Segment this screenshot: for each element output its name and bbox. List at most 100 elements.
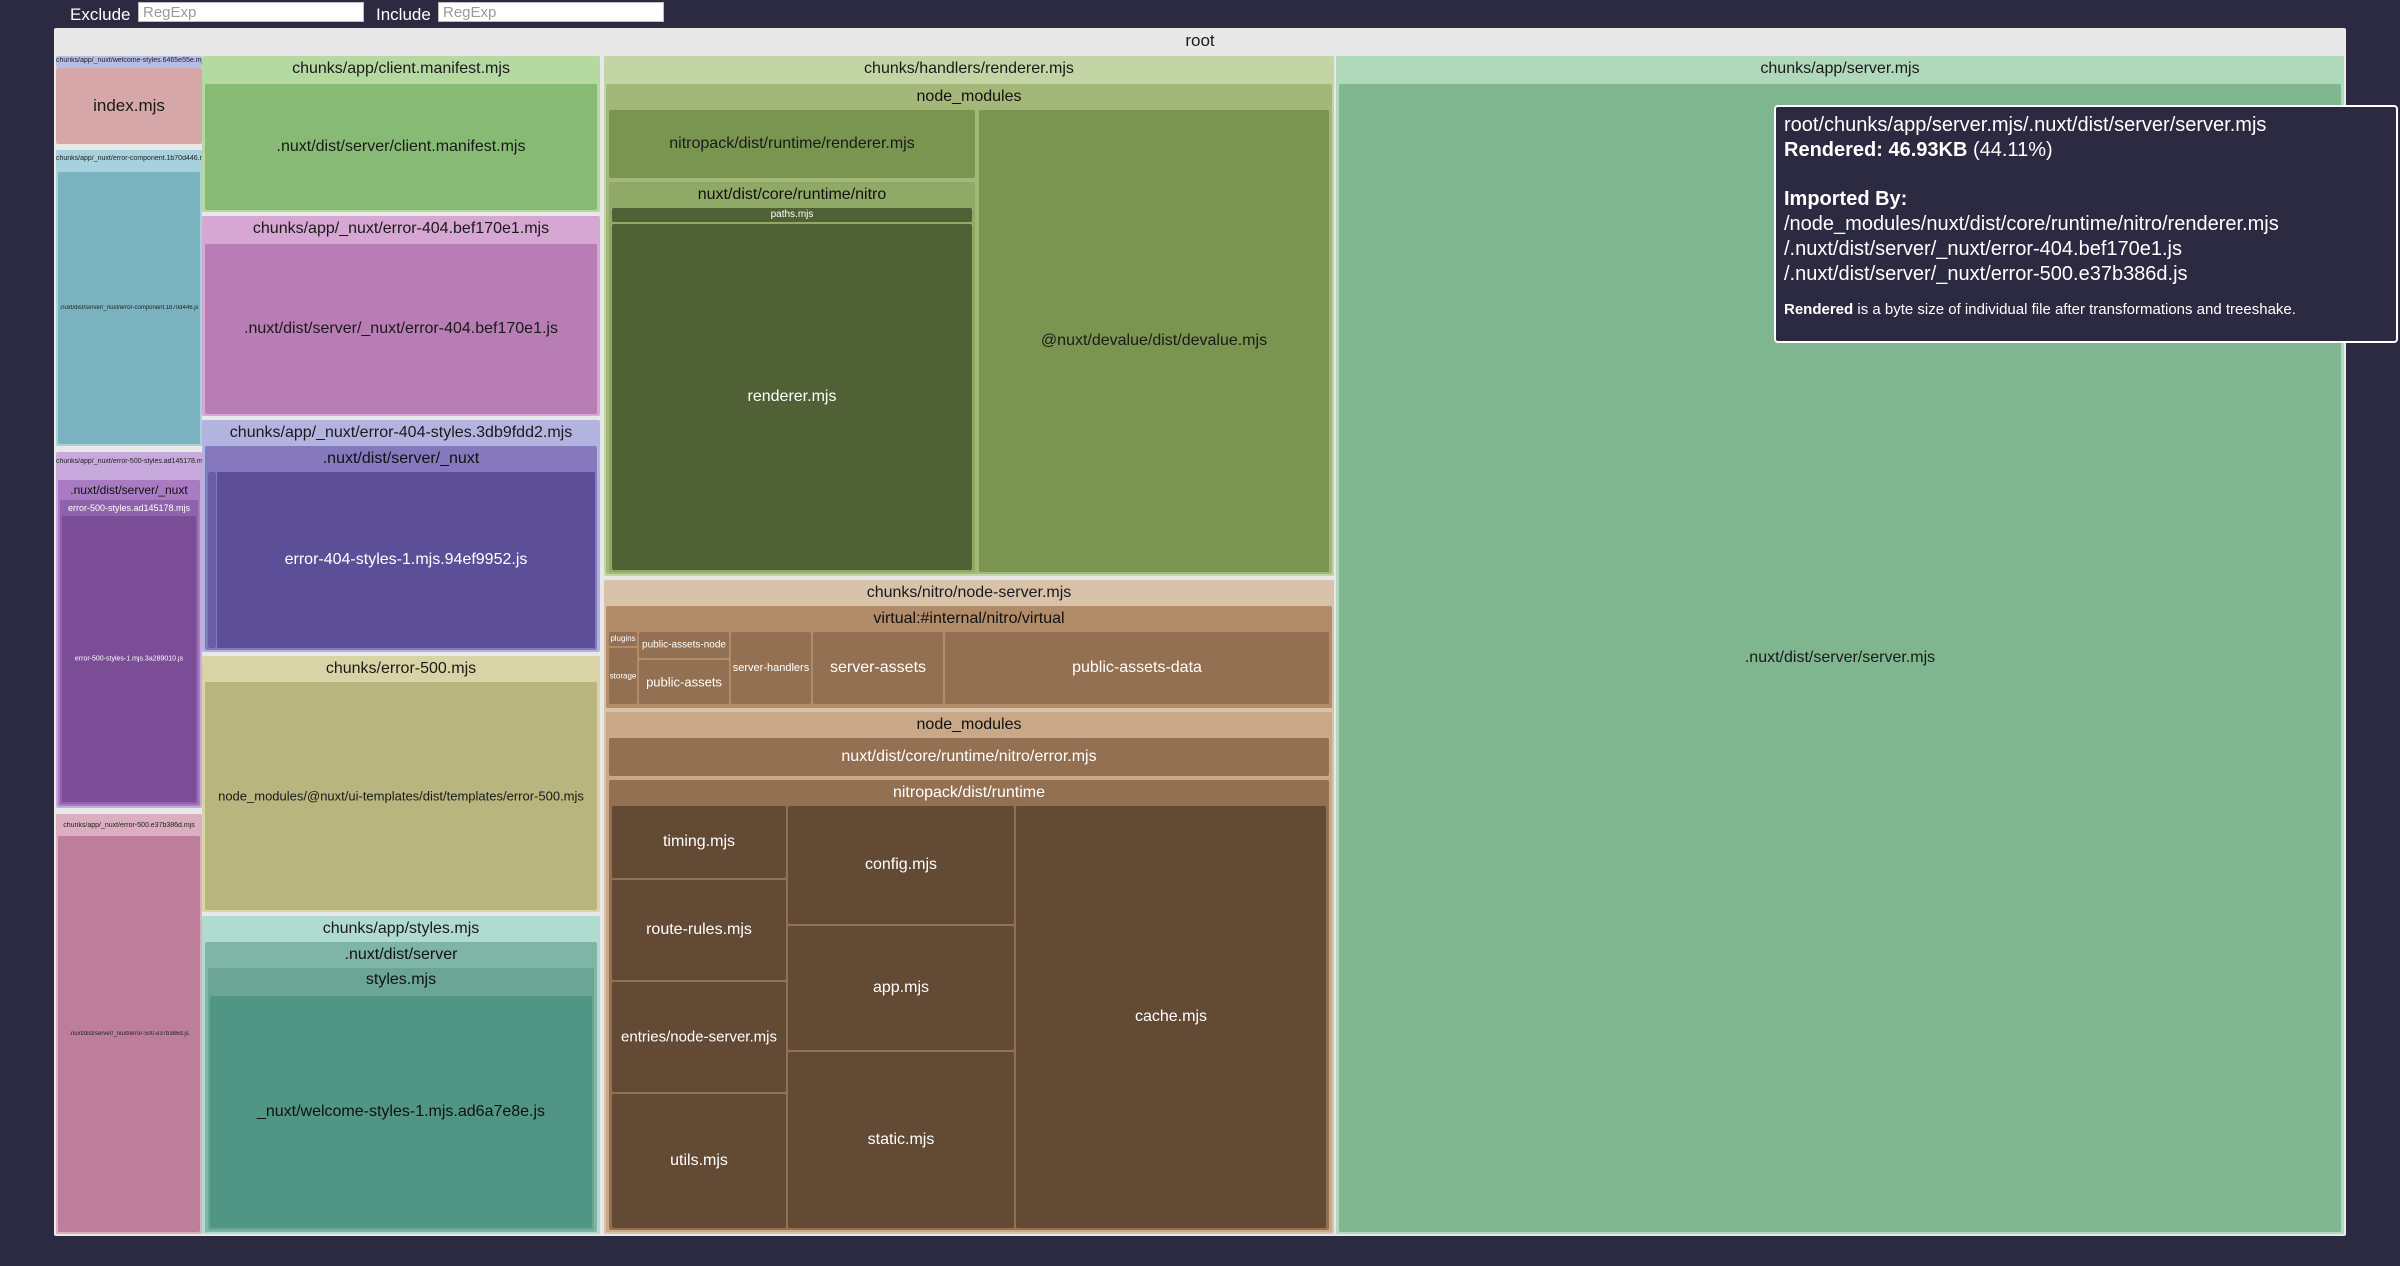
node-error-500-styles-inner[interactable]: error-500-styles-1.mjs.3a289010.js: [62, 516, 196, 802]
node-entries[interactable]: entries/node-server.mjs: [612, 982, 786, 1092]
tooltip-spacer: [1784, 163, 2388, 187]
include-input[interactable]: [438, 2, 664, 22]
node-error-500-template[interactable]: node_modules/@nuxt/ui-templates/dist/tem…: [205, 682, 597, 910]
node-public-assets-data-label: public-assets-data: [1072, 659, 1202, 676]
node-public-assets-node[interactable]: public-assets-node: [639, 632, 729, 658]
node-server-handlers[interactable]: server-handlers: [731, 632, 811, 704]
node-paths-label: paths.mjs: [770, 209, 814, 220]
node-client-manifest-file-label: .nuxt/dist/server/client.manifest.mjs: [276, 138, 526, 155]
node-welcome-styles-file[interactable]: _nuxt/welcome-styles-1.mjs.ad6a7e8e.js: [210, 996, 592, 1228]
node-error-500-server-nuxt-label: .nuxt/dist/server/_nuxt: [70, 483, 188, 497]
node-error-404-styles-file-label: error-404-styles-1.mjs.94ef9952.js: [284, 551, 528, 568]
node-error-500-chunk-label: chunks/app/_nuxt/error-500.e37b386d.mjs: [63, 822, 195, 829]
node-server-assets-label: server-assets: [829, 659, 927, 676]
node-error-500-styles-file-label: error-500-styles.ad145178.mjs: [67, 503, 191, 513]
node-cache[interactable]: cache.mjs: [1016, 806, 1326, 1228]
node-app[interactable]: app.mjs: [788, 926, 1014, 1050]
node-cache-label: cache.mjs: [1134, 1008, 1208, 1025]
node-error-500-styles-inner-label: error-500-styles-1.mjs.3a289010.js: [74, 655, 184, 663]
node-welcome-styles-file-label: _nuxt/welcome-styles-1.mjs.ad6a7e8e.js: [256, 1103, 546, 1120]
node-error-500-file-label: .nuxt/dist/server/_nuxt/error-500.e37b38…: [69, 1031, 189, 1037]
node-error-500-file[interactable]: .nuxt/dist/server/_nuxt/error-500.e37b38…: [58, 836, 200, 1232]
node-nitropack-renderer[interactable]: nitropack/dist/runtime/renderer.mjs: [609, 110, 975, 178]
node-virtual-label: virtual:#internal/nitro/virtual: [873, 610, 1065, 627]
node-error-404-file-label: .nuxt/dist/server/_nuxt/error-404.bef170…: [244, 320, 558, 337]
node-error-404-server-nuxt-label: .nuxt/dist/server/_nuxt: [322, 450, 480, 467]
node-styles-server-label: .nuxt/dist/server: [344, 946, 458, 963]
node-server-file-label: .nuxt/dist/server/server.mjs: [1744, 649, 1936, 666]
node-storage-label: storage: [609, 671, 637, 681]
tooltip-imported-by-label: Imported By:: [1784, 187, 2388, 212]
node-static-label: static.mjs: [867, 1131, 935, 1148]
node-renderer[interactable]: renderer.mjs: [612, 224, 972, 570]
node-app-label: app.mjs: [872, 979, 930, 996]
tooltip-path: root/chunks/app/server.mjs/.nuxt/dist/se…: [1784, 114, 2267, 136]
node-welcome-styles-chunk[interactable]: chunks/app/_nuxt/welcome-styles.6465e55e…: [56, 56, 202, 68]
tooltip-rendered-value: 46.93KB: [1888, 139, 1968, 161]
tooltip-imported-by-heading: Imported By:: [1784, 188, 1908, 210]
tooltip-footer-bold: Rendered: [1784, 301, 1854, 318]
node-node-server-chunk-label: chunks/nitro/node-server.mjs: [866, 584, 1072, 601]
node-entries-label: entries/node-server.mjs: [621, 1028, 777, 1046]
node-client-manifest-file[interactable]: .nuxt/dist/server/client.manifest.mjs: [205, 84, 597, 210]
tooltip-rendered: Rendered: 46.93KB (44.11%): [1784, 138, 2388, 163]
node-nitropack-runtime-label: nitropack/dist/runtime: [892, 784, 1046, 801]
node-error-500-template-label: node_modules/@nuxt/ui-templates/dist/tem…: [218, 788, 584, 804]
node-server-assets[interactable]: server-assets: [813, 632, 943, 704]
node-nuxt-core-nitro-label: nuxt/dist/core/runtime/nitro: [697, 186, 887, 203]
node-index-label: index.mjs: [93, 96, 165, 115]
node-renderer-label: renderer.mjs: [747, 388, 837, 405]
root-label: root: [1185, 31, 1215, 50]
node-client-manifest-chunk-label: chunks/app/client.manifest.mjs: [292, 60, 510, 77]
node-renderer-node-modules-label: node_modules: [916, 88, 1022, 105]
node-route-rules-label: route-rules.mjs: [646, 921, 752, 938]
node-error-404-styles-file[interactable]: error-404-styles-1.mjs.94ef9952.js: [217, 472, 595, 648]
node-renderer-chunk-label: chunks/handlers/renderer.mjs: [864, 60, 1074, 77]
node-config[interactable]: config.mjs: [788, 806, 1014, 924]
node-nitropack-renderer-label: nitropack/dist/runtime/renderer.mjs: [669, 135, 915, 152]
node-error-404-styles-chunk-label: chunks/app/_nuxt/error-404-styles.3db9fd…: [229, 424, 573, 441]
tooltip-spacer: [1784, 287, 2388, 299]
node-devalue-label: @nuxt/devalue/dist/devalue.mjs: [1040, 332, 1268, 349]
node-server-handlers-label: server-handlers: [732, 662, 810, 674]
node-timing[interactable]: timing.mjs: [612, 806, 786, 878]
node-plugins-label: plugins: [610, 634, 636, 643]
tooltip-importer: /node_modules/nuxt/dist/core/runtime/nit…: [1784, 213, 2279, 235]
filter-bar: Exclude Include: [0, 0, 2400, 28]
node-index[interactable]: index.mjs: [56, 68, 202, 144]
node-public-assets-label: public-assets: [646, 674, 722, 690]
tooltip-footer: Rendered is a byte size of individual fi…: [1784, 299, 2388, 321]
tooltip: root/chunks/app/server.mjs/.nuxt/dist/se…: [1774, 105, 2398, 343]
node-static[interactable]: static.mjs: [788, 1052, 1014, 1228]
node-server-chunk-label: chunks/app/server.mjs: [1760, 60, 1920, 77]
node-plugins[interactable]: plugins: [609, 632, 637, 646]
node-error-500-chunk-2-label: chunks/error-500.mjs: [325, 660, 477, 677]
tooltip-importer: /.nuxt/dist/server/_nuxt/error-404.bef17…: [1784, 238, 2182, 260]
node-paths[interactable]: paths.mjs: [612, 208, 972, 222]
node-styles-file-label: styles.mjs: [365, 971, 437, 988]
exclude-input[interactable]: [138, 2, 364, 22]
node-error-404-styles-sliver[interactable]: [208, 472, 216, 648]
node-config-label: config.mjs: [864, 856, 938, 873]
tooltip-importer: /.nuxt/dist/server/_nuxt/error-500.e37b3…: [1784, 263, 2188, 285]
tooltip-rendered-label: Rendered:: [1784, 139, 1883, 161]
tooltip-footer-text: is a byte size of individual file after …: [1853, 301, 2296, 318]
tooltip-rendered-pct: (44.11%): [1972, 139, 2053, 161]
node-public-assets-node-label: public-assets-node: [642, 639, 726, 651]
node-error-mjs-label: nuxt/dist/core/runtime/nitro/error.mjs: [841, 748, 1097, 765]
node-error-404-file[interactable]: .nuxt/dist/server/_nuxt/error-404.bef170…: [205, 244, 597, 414]
node-public-assets-data[interactable]: public-assets-data: [945, 632, 1329, 704]
node-utils-label: utils.mjs: [670, 1152, 728, 1169]
node-error-mjs[interactable]: nuxt/dist/core/runtime/nitro/error.mjs: [609, 738, 1329, 776]
node-utils[interactable]: utils.mjs: [612, 1094, 786, 1228]
node-route-rules[interactable]: route-rules.mjs: [612, 880, 786, 980]
node-public-assets[interactable]: public-assets: [639, 660, 729, 704]
node-storage[interactable]: storage: [609, 648, 637, 704]
include-label: Include: [376, 5, 431, 24]
node-error-component-file[interactable]: .nuxt/dist/server/_nuxt/error-component.…: [58, 172, 200, 444]
node-devalue[interactable]: @nuxt/devalue/dist/devalue.mjs: [979, 110, 1329, 572]
node-error-500-styles-chunk-label: chunks/app/_nuxt/error-500-styles.ad1451…: [56, 458, 202, 465]
node-timing-label: timing.mjs: [662, 833, 735, 850]
node-error-component-file-label: .nuxt/dist/server/_nuxt/error-component.…: [59, 305, 199, 311]
exclude-label: Exclude: [70, 5, 131, 24]
